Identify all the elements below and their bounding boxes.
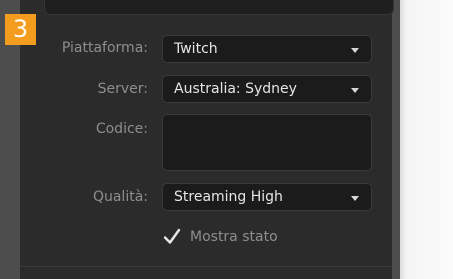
server-dropdown[interactable]: Australia: Sydney [162, 75, 372, 103]
page-margin [400, 0, 453, 279]
platform-dropdown[interactable]: Twitch [162, 35, 372, 63]
stream-key-field[interactable] [162, 114, 372, 171]
quality-dropdown[interactable]: Streaming High [162, 183, 372, 211]
show-status-label: Mostra stato [190, 229, 278, 245]
panel-top-edge [44, 0, 394, 15]
divider [20, 266, 392, 267]
checkmark-icon [163, 228, 181, 244]
quality-label: Qualità: [92, 189, 148, 205]
key-label: Codice: [95, 121, 148, 137]
quality-value: Streaming High [174, 189, 283, 205]
server-label: Server: [97, 81, 148, 97]
platform-value: Twitch [174, 41, 218, 57]
chevron-down-icon [351, 88, 359, 93]
show-status-checkbox[interactable] [162, 227, 182, 247]
chevron-down-icon [351, 48, 359, 53]
server-value: Australia: Sydney [174, 81, 297, 97]
platform-label: Piattaforma: [61, 40, 148, 56]
chevron-down-icon [351, 196, 359, 201]
step-number-badge: 3 [5, 14, 36, 45]
